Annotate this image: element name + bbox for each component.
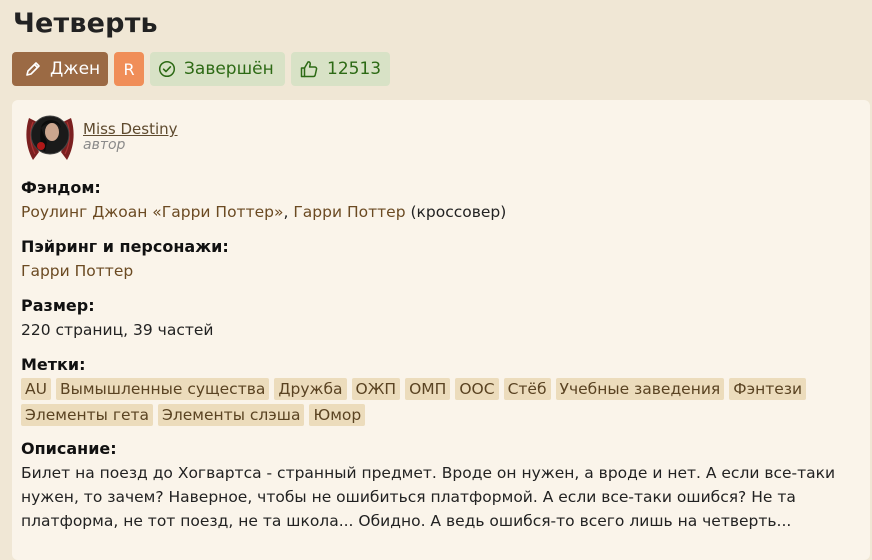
fandom-link-hp[interactable]: Гарри Поттер xyxy=(293,203,405,221)
tag-humor[interactable]: Юмор xyxy=(309,404,366,426)
fandom-value: Роулинг Джоан «Гарри Поттер», Гарри Потт… xyxy=(21,202,506,222)
tag-ozhp[interactable]: ОЖП xyxy=(351,378,401,400)
description-text: Билет на поезд до Хогвартса - странный п… xyxy=(21,464,836,530)
size-value: 220 страниц, 39 частей xyxy=(21,321,214,339)
status-badge[interactable]: Завершён xyxy=(150,52,285,86)
tag-ooc[interactable]: ООС xyxy=(455,378,499,400)
direction-badge[interactable]: Джен xyxy=(12,52,108,86)
pairing-section: Пэйринг и персонажи: Гарри Поттер xyxy=(21,237,229,281)
thumbs-up-icon xyxy=(300,61,318,78)
badge-row: Джен R Завершён 12513 xyxy=(12,52,390,86)
tag-fictional-creatures[interactable]: Вымышленные существа xyxy=(55,378,270,400)
author-role: автор xyxy=(83,137,126,153)
tags-list: AU Вымышленные существа Дружба ОЖП ОМП О… xyxy=(21,378,821,426)
likes-badge[interactable]: 12513 xyxy=(291,52,390,86)
pairing-label: Пэйринг и персонажи: xyxy=(21,237,229,256)
author-block: Miss Destiny автор xyxy=(23,108,178,164)
status-label: Завершён xyxy=(184,59,274,79)
tags-label: Метки: xyxy=(21,355,86,374)
fandom-suffix: (кроссовер) xyxy=(405,203,507,221)
rating-badge[interactable]: R xyxy=(114,52,144,86)
fanfic-info-card: Miss Destiny автор Фэндом: Роулинг Джоан… xyxy=(12,100,870,560)
tag-slash-elements[interactable]: Элементы слэша xyxy=(158,404,305,426)
fandom-section: Фэндом: Роулинг Джоан «Гарри Поттер», Га… xyxy=(21,178,506,222)
fandom-link-rowling[interactable]: Роулинг Джоан «Гарри Поттер» xyxy=(21,203,283,221)
pencil-icon xyxy=(26,62,40,76)
tag-omp[interactable]: ОМП xyxy=(405,378,451,400)
author-avatar[interactable] xyxy=(23,108,77,164)
description-label: Описание: xyxy=(21,439,117,458)
size-label: Размер: xyxy=(21,296,95,315)
check-circle-icon xyxy=(158,60,176,78)
rating-label: R xyxy=(123,59,135,79)
tag-het-elements[interactable]: Элементы гета xyxy=(21,404,154,426)
direction-label: Джен xyxy=(50,59,101,79)
fanfic-title: Четверть xyxy=(13,8,158,39)
pairing-link-harry[interactable]: Гарри Поттер xyxy=(21,262,133,280)
tags-section: Метки: AU Вымышленные существа Дружба ОЖ… xyxy=(21,355,821,426)
likes-count: 12513 xyxy=(327,59,382,79)
size-section: Размер: 220 страниц, 39 частей xyxy=(21,296,213,340)
tag-friendship[interactable]: Дружба xyxy=(274,378,347,400)
description-section: Описание: Билет на поезд до Хогвартса - … xyxy=(21,439,851,533)
tag-au[interactable]: AU xyxy=(21,378,51,400)
fandom-label: Фэндом: xyxy=(21,178,101,197)
tag-fantasy[interactable]: Фэнтези xyxy=(729,378,807,400)
fandom-separator: , xyxy=(283,203,294,221)
pairing-value: Гарри Поттер xyxy=(21,261,229,281)
tag-steb[interactable]: Стёб xyxy=(503,378,551,400)
tag-educational-institutions[interactable]: Учебные заведения xyxy=(555,378,725,400)
author-name-link[interactable]: Miss Destiny xyxy=(83,121,178,137)
